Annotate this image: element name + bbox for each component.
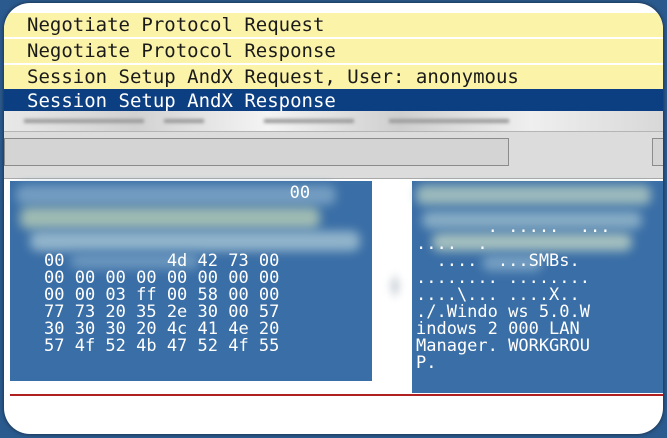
packet-row[interactable]: Session Setup AndX Request, User: anonym… xyxy=(4,65,663,89)
pane-splitter[interactable] xyxy=(4,131,663,179)
hex-line: 57 4f 52 4b 47 52 4f 55 xyxy=(44,336,280,356)
packet-row-selected[interactable]: Session Setup AndX Response xyxy=(4,89,663,113)
scrollbar-end-cap[interactable] xyxy=(652,138,663,166)
ascii-line: Manager. WORKGROU xyxy=(416,336,590,356)
hex-line: 00 xyxy=(44,183,311,203)
packet-details-strip xyxy=(4,111,663,131)
packet-capture-window: Negotiate Protocol Request Negotiate Pro… xyxy=(4,3,663,434)
packet-row[interactable]: Negotiate Protocol Request xyxy=(4,13,663,37)
separator-line xyxy=(10,394,663,396)
packet-row[interactable]: Negotiate Protocol Response xyxy=(4,39,663,63)
ascii-line: P. xyxy=(416,353,437,373)
ascii-dump-pane: . ..... ... .... . .... ...SMBs. .......… xyxy=(412,181,663,393)
pane-gap xyxy=(372,181,412,393)
horizontal-scrollbar[interactable] xyxy=(4,138,509,166)
hex-dump-pane: 00 00 4d 42 73 00 00 00 00 00 00 00 00 0… xyxy=(10,181,372,381)
